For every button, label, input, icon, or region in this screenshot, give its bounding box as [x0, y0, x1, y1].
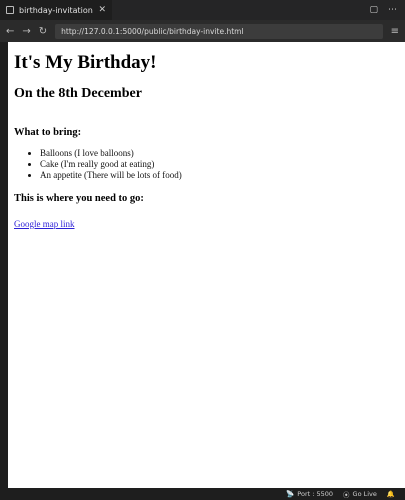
reload-icon[interactable]: ↻ — [39, 26, 47, 37]
tab-bar: birthday-invitation.html ✕ ▢ ⋯ — [0, 0, 405, 20]
tab-birthday-invite[interactable]: birthday-invitation.html ✕ — [0, 0, 112, 20]
go-live-label: Go Live — [352, 490, 377, 498]
where-heading: This is where you need to go: — [14, 193, 144, 204]
bring-list: Balloons (I love balloons) Cake (I'm rea… — [14, 148, 399, 181]
broadcast-icon: 📡 — [286, 490, 295, 498]
file-icon — [6, 6, 14, 14]
list-item: Cake (I'm really good at eating) — [40, 159, 399, 170]
more-actions-icon[interactable]: ⋯ — [388, 5, 397, 15]
list-item: Balloons (I love balloons) — [40, 148, 399, 159]
address-bar: ← → ↻ http://127.0.0.1:5000/public/birth… — [0, 20, 405, 42]
notifications-icon[interactable]: 🔔 — [387, 490, 395, 498]
page-content: It's My Birthday! On the 8th December Wh… — [8, 42, 405, 240]
page-subtitle: On the 8th December — [14, 86, 142, 101]
list-item: An appetite (There will be lots of food) — [40, 170, 399, 181]
split-editor-icon[interactable]: ▢ — [369, 5, 378, 15]
tab-actions: ▢ ⋯ — [369, 5, 405, 15]
url-input[interactable]: http://127.0.0.1:5000/public/birthday-in… — [55, 23, 383, 39]
menu-icon[interactable]: ≡ — [391, 26, 399, 37]
tab-title: birthday-invitation.html — [19, 5, 93, 15]
status-bar: 📡 Port : 5500 ⦿ Go Live 🔔 — [0, 488, 405, 500]
bring-heading: What to bring: — [14, 127, 82, 138]
forward-icon[interactable]: → — [22, 26, 30, 37]
google-map-link[interactable]: Google map link — [14, 219, 75, 229]
go-live-icon: ⦿ — [343, 491, 350, 499]
back-icon[interactable]: ← — [6, 26, 14, 37]
port-indicator[interactable]: 📡 Port : 5500 — [286, 490, 333, 498]
page-viewport: It's My Birthday! On the 8th December Wh… — [8, 42, 405, 488]
close-tab-icon[interactable]: ✕ — [98, 5, 106, 15]
page-title: It's My Birthday! — [14, 52, 157, 73]
go-live-button[interactable]: ⦿ Go Live — [343, 489, 377, 499]
port-label: Port : 5500 — [297, 490, 334, 498]
